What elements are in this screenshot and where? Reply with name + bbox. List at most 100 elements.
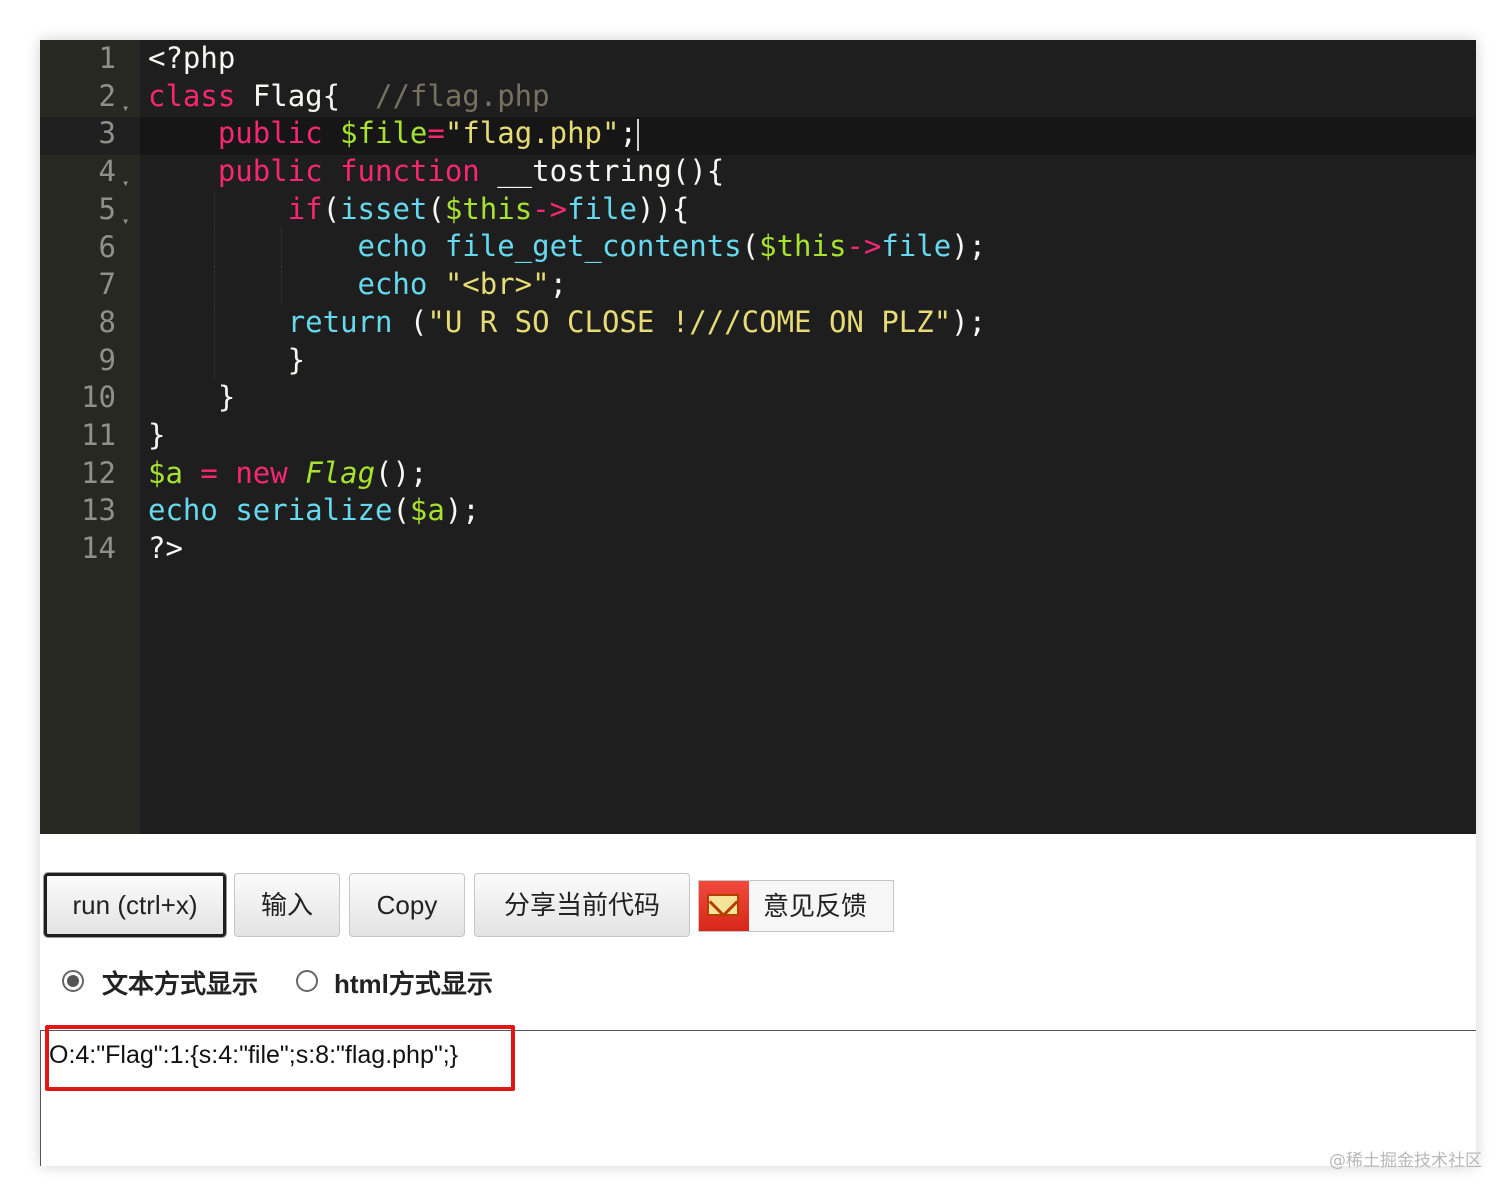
run-button[interactable]: run (ctrl+x) bbox=[44, 873, 226, 937]
code-line[interactable]: <?php bbox=[148, 40, 986, 78]
line-number: 7 bbox=[98, 267, 116, 302]
line-number: 6 bbox=[98, 229, 116, 264]
code-token: class bbox=[148, 78, 236, 113]
code-token: serialize bbox=[235, 493, 393, 528]
html-mode-label[interactable]: html方式显示 bbox=[334, 964, 493, 1001]
code-token: return bbox=[287, 304, 393, 339]
code-token: Flag bbox=[305, 455, 376, 490]
fold-arrow-icon[interactable]: ▾ bbox=[122, 203, 129, 241]
code-token: ( bbox=[427, 191, 445, 226]
code-token: ?> bbox=[148, 530, 183, 565]
code-token: } bbox=[148, 380, 236, 415]
code-token: file bbox=[881, 229, 952, 264]
code-token: )){ bbox=[636, 191, 690, 226]
toolbar: run (ctrl+x) 输入 Copy 分享当前代码 意见反馈 bbox=[40, 873, 1476, 943]
code-content[interactable]: <?php class Flag{ //flag.php public $file… bbox=[148, 40, 986, 568]
output-highlight-box bbox=[45, 1025, 515, 1091]
code-token: } bbox=[148, 417, 166, 452]
code-token: "<br>" bbox=[444, 267, 550, 302]
code-token: "flag.php" bbox=[444, 116, 620, 151]
code-token: echo bbox=[148, 493, 218, 528]
code-token: ; bbox=[619, 116, 637, 151]
fold-arrow-icon[interactable]: ▾ bbox=[122, 90, 129, 128]
code-line[interactable]: } bbox=[148, 379, 986, 417]
code-token: ); bbox=[444, 493, 480, 528]
code-line[interactable]: public $file="flag.php"; bbox=[148, 115, 986, 153]
code-token: new bbox=[235, 455, 288, 490]
code-line[interactable]: if(isset($this->file)){ bbox=[148, 190, 986, 229]
code-token: public bbox=[217, 154, 323, 189]
text-mode-label[interactable]: 文本方式显示 bbox=[102, 964, 258, 1001]
code-token: echo bbox=[357, 267, 428, 302]
feedback-label: 意见反馈 bbox=[763, 891, 868, 921]
indent-guide bbox=[214, 190, 216, 229]
code-token: $this bbox=[444, 191, 533, 226]
feedback-button[interactable]: 意见反馈 bbox=[698, 880, 894, 932]
code-line[interactable]: $a = new Flag(); bbox=[148, 455, 986, 493]
line-number: 12 bbox=[81, 455, 116, 490]
code-token: public bbox=[217, 116, 323, 151]
line-number: 2 bbox=[98, 78, 116, 113]
code-token: Flag{ bbox=[235, 78, 375, 113]
code-token: = bbox=[200, 455, 218, 490]
code-runner-window: 1 2 ▾ 3 4 ▾ 5 ▾ 6 7 8 9 10 11 12 13 14 <?php class Flag{ … bbox=[40, 40, 1476, 1166]
line-number: 10 bbox=[81, 380, 116, 415]
code-token: } bbox=[148, 342, 306, 377]
line-number: 5 bbox=[98, 191, 116, 226]
code-line[interactable]: } bbox=[148, 417, 986, 455]
code-line[interactable]: ?> bbox=[148, 530, 986, 568]
output-panel: O:4:"Flag":1:{s:4:"file";s:8:"flag.php";… bbox=[40, 1025, 1476, 1166]
share-code-button[interactable]: 分享当前代码 bbox=[474, 873, 690, 937]
code-token: ; bbox=[549, 267, 568, 302]
watermark: @稀土掘金技术社区 bbox=[1329, 1151, 1482, 1171]
code-token: //flag.php bbox=[375, 78, 550, 113]
code-token: <?php bbox=[148, 41, 236, 75]
code-token: if bbox=[287, 191, 323, 226]
code-token: ( bbox=[392, 304, 428, 339]
code-token: file_get_contents bbox=[444, 229, 742, 264]
code-line[interactable]: } bbox=[148, 341, 986, 380]
code-token: ); bbox=[951, 229, 987, 264]
indent-guide bbox=[214, 266, 216, 304]
code-token: ( bbox=[322, 191, 341, 226]
code-token: = bbox=[427, 116, 445, 151]
code-token: file bbox=[567, 191, 637, 226]
text-mode-radio[interactable] bbox=[62, 970, 84, 992]
code-token: ( bbox=[741, 229, 760, 264]
code-token: isset bbox=[340, 191, 428, 226]
line-number: 8 bbox=[98, 304, 116, 339]
code-line[interactable]: echo serialize($a); bbox=[148, 492, 986, 530]
code-line[interactable]: class Flag{ //flag.php bbox=[148, 78, 986, 116]
fold-arrow-icon[interactable]: ▾ bbox=[122, 165, 129, 203]
code-line[interactable]: return ("U R SO CLOSE !///COME ON PLZ"); bbox=[148, 303, 986, 342]
indent-guide bbox=[214, 228, 216, 267]
code-token: echo bbox=[357, 229, 428, 264]
code-token: ( bbox=[392, 493, 410, 528]
line-number: 11 bbox=[81, 418, 116, 452]
line-number: 14 bbox=[81, 531, 116, 566]
line-number: 3 bbox=[98, 116, 116, 151]
code-line[interactable]: public function __tostring(){ bbox=[148, 153, 986, 191]
input-button[interactable]: 输入 bbox=[234, 873, 340, 937]
code-editor[interactable]: 1 2 ▾ 3 4 ▾ 5 ▾ 6 7 8 9 10 11 12 13 14 <?php class Flag{ … bbox=[40, 40, 1476, 834]
html-mode-radio[interactable] bbox=[296, 970, 318, 992]
code-token: function bbox=[340, 154, 480, 189]
code-line[interactable]: echo "<br>"; bbox=[148, 266, 986, 304]
code-token: $a bbox=[148, 455, 183, 490]
mail-icon bbox=[699, 881, 749, 931]
code-line[interactable]: echo file_get_contents($this->file); bbox=[148, 228, 987, 267]
copy-button[interactable]: Copy bbox=[349, 873, 465, 937]
code-token: "U R SO CLOSE !///COME ON PLZ" bbox=[427, 304, 952, 339]
